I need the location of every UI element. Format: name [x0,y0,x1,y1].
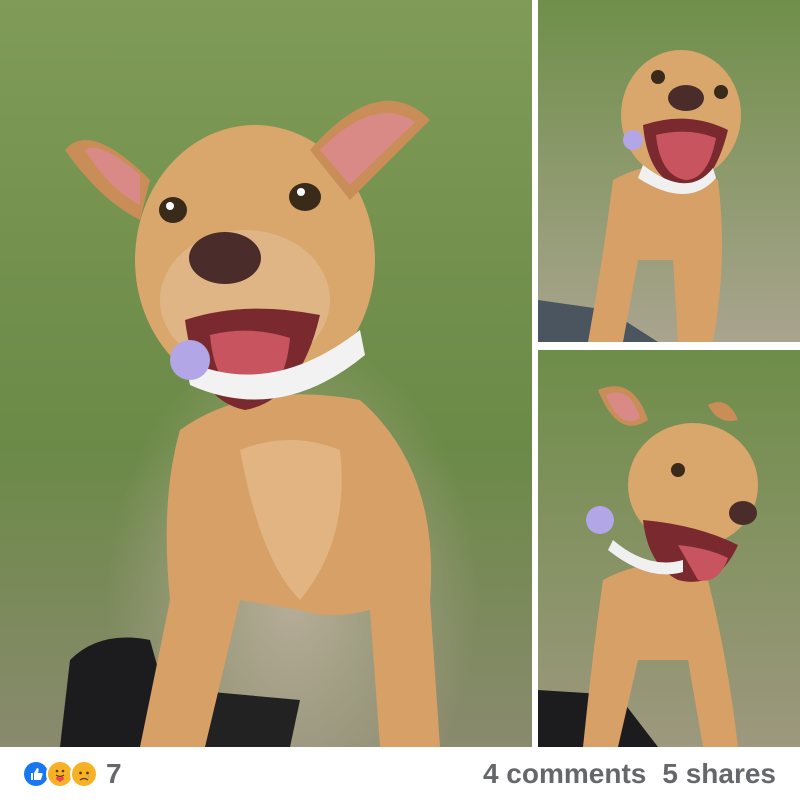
reaction-count: 7 [106,757,122,789]
photo-grid [0,0,800,747]
post-stats: 4 comments 5 shares [483,758,776,790]
shares-link[interactable]: 5 shares [662,758,776,790]
post-card: 7 4 comments 5 shares [0,0,800,800]
photo-top-right[interactable] [538,0,800,342]
comments-link[interactable]: 4 comments [483,758,646,790]
sad-icon [70,759,98,788]
reactions-summary[interactable]: 7 [22,758,122,790]
dog-photo-main [0,0,532,747]
dog-photo-top [538,0,800,342]
dog-photo-bottom [538,350,800,747]
photo-main[interactable] [0,0,532,747]
post-footer: 7 4 comments 5 shares [0,747,800,800]
photo-bottom-right[interactable] [538,350,800,747]
